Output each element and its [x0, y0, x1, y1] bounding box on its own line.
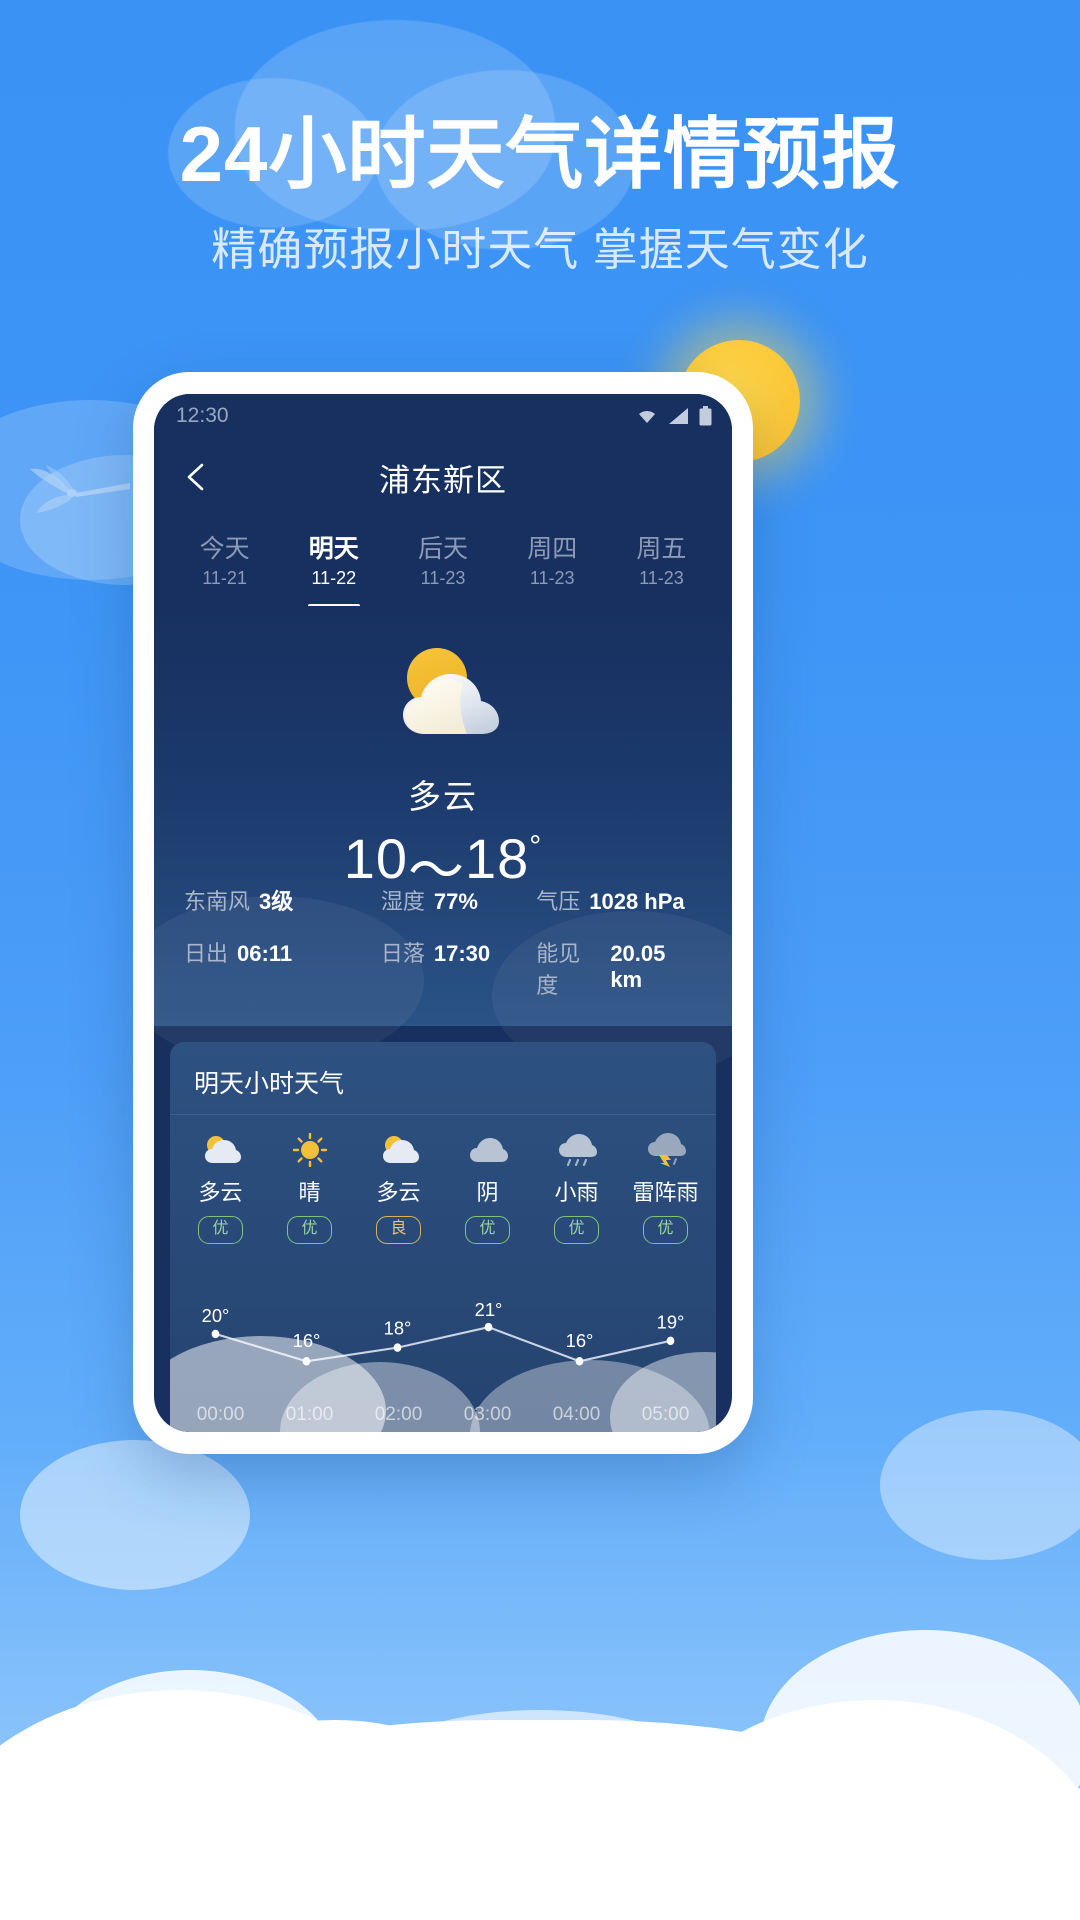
day-tab-date: 11-22 — [311, 567, 357, 588]
aqi-badge: 优 — [287, 1216, 332, 1244]
stat-wind: 东南风 3级 — [184, 884, 381, 916]
hourly-item[interactable]: 阴 优 — [443, 1133, 532, 1244]
stat-value: 1028 hPa — [589, 889, 685, 914]
hourly-items-row: 多云 优 晴 优 多云 良 阴 优 小雨 优 雷阵雨 优 — [170, 1115, 716, 1252]
time-label: 02:00 — [374, 1404, 423, 1425]
stat-value: 17:30 — [433, 941, 491, 966]
stat-value: 3级 — [259, 889, 294, 914]
hourly-condition: 阴 — [476, 1180, 499, 1205]
hourly-condition: 雷阵雨 — [632, 1180, 699, 1205]
hourly-condition: 小雨 — [554, 1180, 599, 1205]
temp-high: 18 — [465, 827, 530, 890]
hourly-temperature-chart: 20°16°18°21°16°19° 00:00 01:00 02:00 03:… — [170, 1252, 716, 1432]
aqi-badge: 优 — [643, 1216, 688, 1244]
day-tab-friday[interactable]: 周五 11-23 — [607, 516, 716, 606]
day-tab-bar: 今天 11-21 明天 11-22 后天 11-23 周四 11-23 周五 1… — [154, 516, 732, 608]
stat-label: 东南风 — [184, 889, 251, 914]
chart-point-label: 21° — [475, 1299, 503, 1320]
stat-value: 06:11 — [237, 941, 293, 966]
aqi-badge: 优 — [554, 1216, 599, 1244]
hourly-item[interactable]: 小雨 优 — [532, 1133, 621, 1244]
stat-visibility: 能见度 20.05 km — [536, 936, 702, 1000]
day-tab-label: 今天 — [199, 534, 250, 563]
aqi-badge: 良 — [376, 1216, 421, 1244]
day-tab-thursday[interactable]: 周四 11-23 — [498, 516, 607, 606]
day-tab-today[interactable]: 今天 11-21 — [170, 516, 279, 606]
current-weather-panel: 多云 10 〜 18 ° 东南风 3级 湿度 77% 气压 1028 hPa 日… — [154, 606, 732, 1081]
temp-low: 10 — [343, 827, 408, 890]
chart-point-label: 18° — [384, 1317, 412, 1338]
stat-label: 湿度 — [380, 889, 425, 914]
day-tab-day-after[interactable]: 后天 11-23 — [388, 516, 497, 606]
battery-icon — [699, 406, 712, 426]
overcast-icon — [469, 1138, 508, 1162]
stat-label: 日落 — [380, 941, 425, 966]
time-label: 03:00 — [463, 1404, 512, 1425]
stat-label: 气压 — [536, 889, 581, 914]
status-bar: 12:30 — [154, 394, 732, 438]
time-label: 00:00 — [196, 1404, 245, 1425]
stat-sunset: 日落 17:30 — [381, 936, 536, 1000]
sunny-icon — [292, 1133, 327, 1167]
day-tab-tomorrow[interactable]: 明天 11-22 — [279, 516, 388, 608]
partly-cloudy-icon — [403, 648, 499, 734]
stat-humidity: 湿度 77% — [381, 884, 536, 916]
day-tab-date: 11-23 — [639, 567, 684, 588]
current-condition: 多云 — [408, 778, 478, 815]
stat-sunrise: 日出 06:11 — [184, 936, 381, 1000]
signal-icon — [669, 408, 688, 424]
stat-value: 20.05 km — [610, 941, 666, 992]
hourly-condition: 晴 — [298, 1180, 321, 1205]
page-title: 24小时天气详情预报 — [179, 110, 901, 198]
chart-point-label: 19° — [657, 1311, 685, 1332]
phone-screen: 12:30 浦东新区 今天 11-21 明天 11-22 后天 11-23 周四… — [154, 394, 732, 1432]
day-tab-date: 11-23 — [529, 567, 575, 588]
partly-cloudy-icon — [204, 1136, 241, 1163]
aqi-badge: 优 — [198, 1216, 243, 1244]
day-tab-label: 周五 — [636, 534, 687, 563]
nav-title: 浦东新区 — [379, 462, 507, 498]
stat-label: 日出 — [184, 941, 229, 966]
dragonfly-icon — [30, 465, 130, 513]
page-subtitle: 精确预报小时天气 掌握天气变化 — [211, 224, 869, 275]
time-label: 05:00 — [641, 1404, 690, 1425]
chart-point-label: 20° — [202, 1305, 230, 1326]
wifi-icon — [639, 410, 655, 423]
hourly-item[interactable]: 雷阵雨 优 — [621, 1133, 710, 1244]
time-label: 04:00 — [552, 1404, 601, 1425]
stat-label: 能见度 — [536, 941, 581, 998]
weather-stats: 东南风 3级 湿度 77% 气压 1028 hPa 日出 06:11 日落 17… — [154, 884, 732, 1000]
day-tab-date: 11-23 — [420, 567, 466, 588]
status-time: 12:30 — [176, 404, 229, 427]
thunderstorm-icon — [647, 1133, 686, 1167]
promo-text-block: 24小时天气详情预报 精确预报小时天气 掌握天气变化 — [0, 0, 1080, 272]
status-icons — [635, 406, 712, 426]
day-tab-label: 后天 — [418, 534, 469, 563]
hourly-forecast-card: 明天小时天气 多云 优 晴 优 多云 良 阴 优 小雨 优 雷阵雨 优 20° … — [170, 1042, 716, 1432]
chart-point-label: 16° — [566, 1330, 594, 1351]
aqi-badge: 优 — [465, 1216, 510, 1244]
day-tab-label: 周四 — [527, 534, 578, 563]
day-tab-date: 11-21 — [202, 567, 247, 588]
hourly-title: 明天小时天气 — [170, 1042, 716, 1115]
hourly-item[interactable]: 晴 优 — [265, 1133, 354, 1244]
hourly-time-axis: 00:00 01:00 02:00 03:00 04:00 05:00 — [170, 1404, 716, 1426]
hourly-condition: 多云 — [198, 1180, 243, 1205]
degree-symbol: ° — [529, 830, 543, 863]
phone-mockup: 12:30 浦东新区 今天 11-21 明天 11-22 后天 11-23 周四… — [133, 372, 753, 1454]
stats-row-1: 东南风 3级 湿度 77% 气压 1028 hPa — [184, 884, 702, 916]
partly-cloudy-icon — [382, 1136, 419, 1163]
stat-pressure: 气压 1028 hPa — [536, 884, 702, 916]
hourly-item[interactable]: 多云 良 — [354, 1133, 443, 1244]
hourly-item[interactable]: 多云 优 — [176, 1133, 265, 1244]
hourly-condition: 多云 — [376, 1180, 421, 1205]
stats-row-2: 日出 06:11 日落 17:30 能见度 20.05 km — [184, 936, 702, 1000]
time-label: 01:00 — [285, 1404, 334, 1425]
light-rain-icon — [558, 1134, 597, 1167]
stat-value: 77% — [433, 889, 478, 914]
nav-bar: 浦东新区 — [154, 438, 732, 516]
day-tab-label: 明天 — [308, 534, 359, 563]
